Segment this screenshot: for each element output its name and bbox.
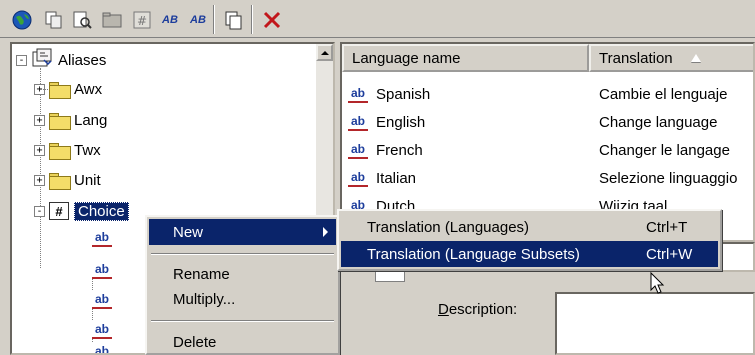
translation-icon: ab <box>92 229 112 247</box>
menu-item-label: Translation (Language Subsets) <box>367 245 580 263</box>
tree-node-unit[interactable]: + Unit <box>34 168 101 192</box>
tree-node-aliases[interactable]: - Aliases <box>16 48 106 72</box>
list-item[interactable]: ab French Changer le langage <box>348 136 753 164</box>
language-name: Spanish <box>376 85 431 103</box>
menu-item-label: Rename <box>173 265 230 283</box>
translation-icon: ab <box>92 261 112 279</box>
toolbar-separator <box>251 5 253 34</box>
copy-object-icon[interactable] <box>42 8 66 32</box>
menu-item-rename[interactable]: Rename <box>149 261 336 287</box>
tree-node-translation[interactable]: ab <box>92 258 112 282</box>
translation-language-icon[interactable]: AB <box>158 8 182 32</box>
scroll-up-button[interactable] <box>316 44 333 61</box>
toolbar: # AB AB <box>0 0 755 38</box>
grid-icon[interactable]: # <box>130 8 154 32</box>
menu-item-multiply[interactable]: Multiply... <box>149 286 336 312</box>
tree-node-label: Choice <box>74 201 129 221</box>
menu-separator <box>151 320 334 322</box>
description-label: Description: <box>438 301 517 318</box>
expand-toggle[interactable]: + <box>34 114 45 126</box>
duplicate-icon[interactable] <box>222 8 246 32</box>
translation-icon: ab <box>348 141 368 159</box>
column-header-language-name[interactable]: Language name <box>342 44 589 72</box>
tree-node-label: Aliases <box>58 51 107 69</box>
tree-node-awx[interactable]: + Awx <box>34 77 102 101</box>
choice-grid-icon: # <box>49 202 69 220</box>
folder-icon <box>49 142 71 160</box>
column-header-translation[interactable]: Translation <box>589 44 753 72</box>
menu-item-label: Translation (Languages) <box>367 218 530 236</box>
column-label: Translation <box>599 49 673 67</box>
translation-icon: ab <box>348 113 368 131</box>
menu-item-label: Delete <box>173 333 217 351</box>
submenu-arrow-icon <box>323 227 328 237</box>
folder-icon <box>49 172 71 190</box>
tree-node-label: Lang <box>74 111 108 129</box>
menu-separator <box>151 253 334 255</box>
translation-text: Cambie el lenguaje <box>599 85 728 103</box>
description-field[interactable] <box>555 292 755 355</box>
new-submenu: Translation (Languages) Ctrl+T Translati… <box>337 209 722 271</box>
translation-icon: ab <box>348 169 368 187</box>
list-item[interactable]: ab Italian Selezione linguaggio <box>348 164 753 192</box>
language-name: Italian <box>376 169 417 187</box>
context-menu: New Rename Multiply... Delete <box>145 215 340 355</box>
folder-icon[interactable] <box>100 8 124 32</box>
tree-node-label: Twx <box>74 141 101 159</box>
toolbar-separator <box>213 5 215 34</box>
translation-icon: ab <box>92 343 112 353</box>
collapse-toggle[interactable]: - <box>34 205 45 217</box>
tree-node-translation[interactable]: ab <box>92 288 112 312</box>
expand-toggle[interactable]: + <box>34 144 45 156</box>
tree-node-translation[interactable]: ab <box>92 340 112 353</box>
list-item[interactable]: ab English Change language <box>348 108 753 136</box>
menu-item-translation-language-subsets[interactable]: Translation (Language Subsets) Ctrl+W <box>341 241 718 267</box>
menu-item-label: New <box>173 223 204 241</box>
collapse-toggle[interactable]: - <box>16 54 27 66</box>
translation-subset-icon[interactable]: AB <box>186 8 210 32</box>
translation-icon: ab <box>92 291 112 309</box>
menu-item-label: Multiply... <box>173 290 236 308</box>
menu-item-translation-languages[interactable]: Translation (Languages) Ctrl+T <box>341 214 718 240</box>
find-icon[interactable] <box>70 8 94 32</box>
list-item[interactable]: ab Spanish Cambie el lenguaje <box>348 80 753 108</box>
translation-icon: ab <box>92 321 112 339</box>
translation-text: Selezione linguaggio <box>599 169 738 187</box>
tree-node-translation[interactable]: ab <box>92 318 112 342</box>
tree-node-label: Unit <box>74 171 101 189</box>
menu-item-shortcut: Ctrl+W <box>646 245 693 263</box>
column-label: Language name <box>352 49 461 67</box>
tree-node-lang[interactable]: + Lang <box>34 108 107 132</box>
aliases-root-icon <box>31 48 53 72</box>
arrow-up-icon <box>320 50 329 55</box>
language-name: English <box>376 113 426 131</box>
menu-item-shortcut: Ctrl+T <box>646 218 688 236</box>
translation-text: Change language <box>599 113 718 131</box>
tree-node-choice[interactable]: - # Choice <box>34 199 129 223</box>
translation-text: Changer le langage <box>599 141 730 159</box>
menu-item-delete[interactable]: Delete <box>149 329 336 355</box>
language-name: French <box>376 141 423 159</box>
tree-node-label: Awx <box>74 80 103 98</box>
translation-icon: ab <box>348 85 368 103</box>
list-header: Language name Translation <box>342 44 753 72</box>
tree-node-translation[interactable]: ab <box>92 226 112 250</box>
delete-icon[interactable] <box>260 8 284 32</box>
globe-icon[interactable] <box>10 8 34 32</box>
folder-icon <box>49 112 71 130</box>
folder-icon <box>49 81 71 99</box>
tree-node-twx[interactable]: + Twx <box>34 138 101 162</box>
description-label-text: Description: <box>438 301 518 318</box>
svg-text:#: # <box>137 14 147 28</box>
expand-toggle[interactable]: + <box>34 174 45 186</box>
sort-ascending-icon <box>690 54 701 62</box>
menu-item-new[interactable]: New <box>149 219 336 245</box>
mouse-pointer-icon <box>650 271 666 300</box>
